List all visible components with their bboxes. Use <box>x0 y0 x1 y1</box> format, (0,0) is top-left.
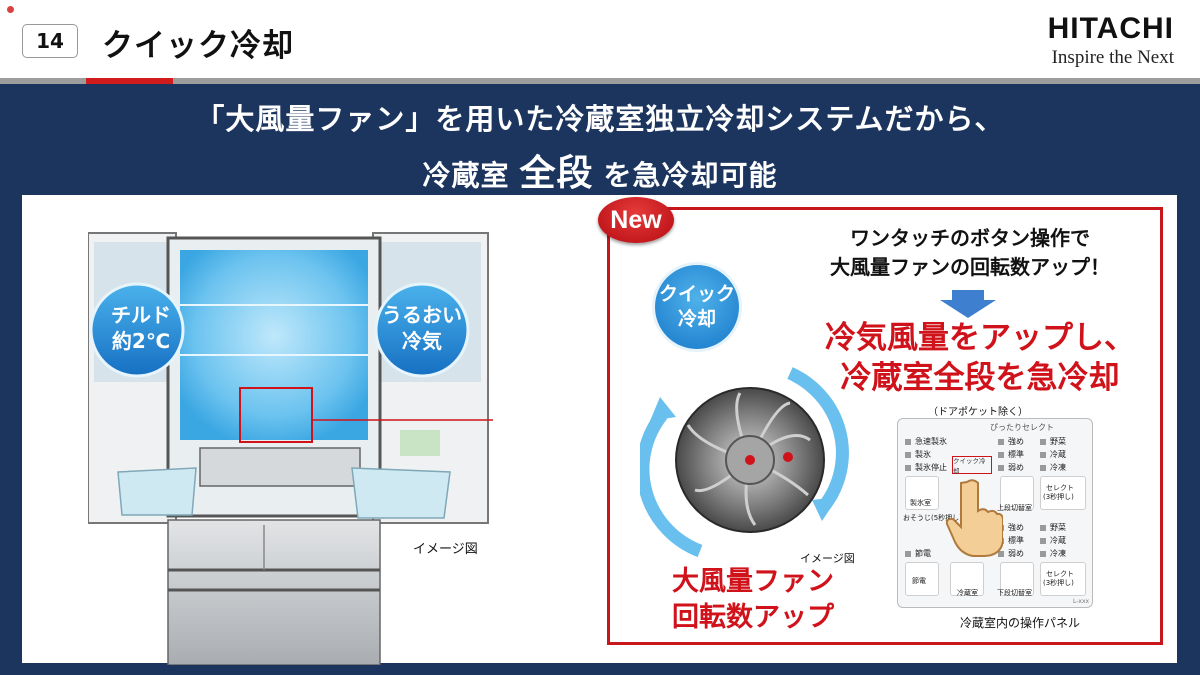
cp-freeze-bottom: 冷凍 <box>1040 548 1066 559</box>
quick-cooling-badge: クイック 冷却 <box>652 262 742 352</box>
cp-freeze-top: 冷凍 <box>1040 462 1066 473</box>
cp-veg-top-label: 野菜 <box>1050 437 1066 446</box>
headline-emphasis: 全段 <box>519 153 594 194</box>
fan-label-line1: 大風量ファン <box>672 566 834 597</box>
new-badge: New <box>598 197 674 243</box>
cp-standard-top: 標準 <box>998 449 1024 460</box>
cp-weak-bottom-label: 弱め <box>1008 549 1024 558</box>
cp-veg-top: 野菜 <box>1040 436 1066 447</box>
indicator-icon <box>998 438 1004 445</box>
hitachi-logo: HITACHI Inspire the Next <box>1048 14 1174 69</box>
cp-veg-bottom: 野菜 <box>1040 522 1066 533</box>
fridge-image-note: イメージ図 <box>413 542 478 557</box>
fan-label-line2: 回転数アップ <box>672 601 834 633</box>
cp-select-header: ぴったりセレクト <box>990 423 1054 432</box>
cp-rapid-ice-label: 急速製氷 <box>915 437 947 446</box>
slide-marker-dot <box>7 6 14 13</box>
quick-badge-line2: 冷却 <box>677 308 716 330</box>
fan-illustration <box>640 367 849 558</box>
cp-weak-top-label: 弱め <box>1008 463 1024 472</box>
lower-switch-label: 下段切替室 <box>997 589 1032 597</box>
moist-air-label: うるおい 冷気 <box>374 302 470 354</box>
onetouch-line1: ワンタッチのボタン操作で <box>850 226 1090 250</box>
power-save-label: 節電 <box>912 577 926 585</box>
logo-tagline: Inspire the Next <box>1051 47 1174 68</box>
fridge-illustration <box>88 232 493 665</box>
cp-strong-bottom-label: 強め <box>1008 523 1024 532</box>
chilled-label: チルド 約2℃ <box>93 302 189 354</box>
ice-room-label: 製氷室 <box>910 499 931 507</box>
pointing-hand-icon <box>945 479 1003 557</box>
cp-fridge-top: 冷蔵 <box>1040 449 1066 460</box>
moist-air-line1: うるおい <box>382 303 462 327</box>
chilled-label-line2: 約2℃ <box>111 329 171 353</box>
cp-rapid-ice: 急速製氷 <box>905 436 947 447</box>
headline-suffix: を急冷却可能 <box>603 159 778 192</box>
indicator-icon <box>1040 550 1046 557</box>
headline-line-2: 冷蔵室 全段 を急冷却可能 <box>0 144 1200 196</box>
down-arrow-icon <box>940 290 996 318</box>
door-pocket-note: （ドアポケット除く） <box>928 407 1028 418</box>
onetouch-text: ワンタッチのボタン操作で 大風量ファンの回転数アップ！ <box>790 224 1150 282</box>
indicator-icon <box>905 550 911 557</box>
indicator-icon <box>1040 451 1046 458</box>
cp-veg-bottom-label: 野菜 <box>1050 523 1066 532</box>
slide-header: 14 クイック冷却 HITACHI Inspire the Next <box>0 0 1200 80</box>
cp-ice-stop: 製氷停止 <box>905 462 947 473</box>
indicator-icon <box>1040 524 1046 531</box>
indicator-icon <box>905 451 911 458</box>
cp-standard-top-label: 標準 <box>1008 450 1024 459</box>
fan-speed-label: 大風量ファン 回転数アップ <box>672 564 834 635</box>
cp-freeze-bottom-label: 冷凍 <box>1050 549 1066 558</box>
cp-standard-bottom-label: 標準 <box>1008 536 1024 545</box>
cp-fridge-top-label: 冷蔵 <box>1050 450 1066 459</box>
select-button-bottom-sub: (3秒押し) <box>1043 579 1074 587</box>
cp-strong-top-label: 強め <box>1008 437 1024 446</box>
indicator-icon <box>1040 464 1046 471</box>
control-panel-caption: 冷蔵室内の操作パネル <box>960 616 1081 630</box>
chilled-label-line1: チルド <box>111 303 171 327</box>
select-button-top-sub: (3秒押し) <box>1043 493 1074 501</box>
slide-title: クイック冷却 <box>102 28 294 64</box>
fridge-room-label: 冷蔵室 <box>957 589 978 597</box>
indicator-icon <box>1040 537 1046 544</box>
feature-headline-line1: 冷気風量をアップし、 <box>825 320 1135 356</box>
cp-fridge-bottom-label: 冷蔵 <box>1050 536 1066 545</box>
cp-strong-top: 強め <box>998 436 1024 447</box>
headline-line-1: 「大風量ファン」を用いた冷蔵室独立冷却システムだから、 <box>195 102 1005 136</box>
logo-wordmark: HITACHI <box>1047 12 1174 45</box>
cp-weak-top: 弱め <box>998 462 1024 473</box>
moist-air-line2: 冷気 <box>402 329 442 353</box>
indicator-icon <box>905 438 911 445</box>
cp-ice-stop-label: 製氷停止 <box>915 463 947 472</box>
quick-badge-line1: クイック <box>658 283 735 306</box>
indicator-icon <box>905 464 911 471</box>
onetouch-line2: 大風量ファンの回転数アップ！ <box>830 255 1110 279</box>
cp-power-save-1-label: 節電 <box>915 549 931 558</box>
quick-cooling-button[interactable]: クイック冷却 <box>952 456 992 475</box>
headline-prefix: 冷蔵室 <box>422 159 510 192</box>
cp-power-save-1: 節電 <box>905 548 931 559</box>
cp-ice-label: 製氷 <box>915 450 931 459</box>
indicator-icon <box>998 451 1004 458</box>
indicator-icon <box>998 464 1004 471</box>
indicator-icon <box>1040 438 1046 445</box>
model-label: L-xxx <box>1073 598 1090 605</box>
cp-freeze-top-label: 冷凍 <box>1050 463 1066 472</box>
slide-number: 14 <box>22 24 78 58</box>
cp-ice: 製氷 <box>905 449 931 460</box>
cp-fridge-bottom: 冷蔵 <box>1040 535 1066 546</box>
